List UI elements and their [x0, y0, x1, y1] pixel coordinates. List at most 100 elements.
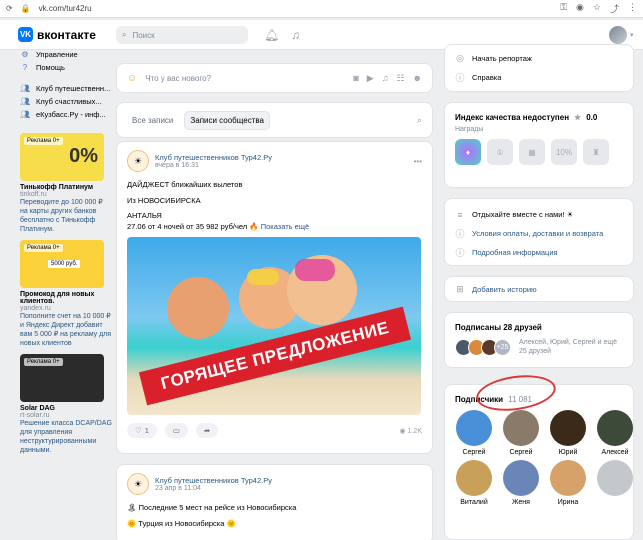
sidebar-item-group-2[interactable]: 👥︎ Клуб счастливых... — [20, 95, 112, 108]
subscriber-name: Алексей — [601, 449, 629, 456]
vk-logo[interactable]: VK вконтакте — [18, 27, 96, 42]
details-link[interactable]: ⓘ Подробная информация — [445, 243, 633, 262]
story-card: ⊞ Добавить историю — [444, 276, 634, 302]
story-plus-icon: ⊞ — [456, 284, 464, 294]
heart-icon: ♡ — [135, 426, 142, 435]
payment-terms-link[interactable]: ⓘ Условия оплаты, доставки и возврата — [445, 224, 633, 243]
users-icon: 👥︎ — [20, 97, 31, 106]
key-icon[interactable]: ⚿ — [560, 2, 567, 15]
users-icon: 👥︎ — [20, 84, 31, 93]
post-author[interactable]: Клуб путешественников Тур42.Ру — [155, 153, 272, 162]
search-icon: ⌕ — [122, 30, 127, 39]
subscriber-item[interactable]: Юрий — [549, 410, 587, 456]
subscriber-item[interactable]: Сергей — [502, 410, 540, 456]
smiley-icon: ☺ — [127, 72, 138, 84]
tab-community-posts[interactable]: Записи сообщества — [184, 110, 270, 130]
post-time[interactable]: вчера в 16:31 — [155, 162, 272, 169]
ad-tinkoff[interactable]: Реклама 0+ 0% Тинькофф Платинум tinkoff.… — [20, 133, 112, 234]
star-icon: ★ — [574, 113, 582, 122]
share-icon: ➦ — [204, 426, 211, 435]
subscribers-grid: Сергей Сергей Юрий Алексей Виталий Женя Ирина — [445, 404, 633, 512]
bell-icon[interactable]: 🔔︎ — [264, 28, 279, 42]
comment-button[interactable]: ▭ — [164, 423, 188, 438]
menu-dots-icon[interactable]: ⋮ — [628, 2, 637, 15]
tab-all-posts[interactable]: Все записи — [127, 112, 178, 129]
ad-yandex[interactable]: Реклама 0+ 5000 руб. Промокод для новых … — [20, 240, 112, 348]
sidebar-item-manage[interactable]: ⚙ Управление — [20, 48, 112, 61]
users-icon: 👥︎ — [20, 110, 31, 119]
info-icon: ⓘ — [455, 73, 465, 83]
gear-icon: ⚙ — [21, 50, 29, 59]
quality-title: Индекс качества недоступен — [455, 113, 570, 122]
subscriber-item[interactable]: Виталий — [455, 460, 493, 506]
add-story-button[interactable]: ⊞ Добавить историю — [445, 280, 633, 299]
info-icon: ⓘ — [455, 248, 465, 258]
help-link[interactable]: ⓘ Справка — [445, 68, 633, 87]
post-photo[interactable]: ГОРЯЩЕЕ ПРЕДЛОЖЕНИЕ — [127, 237, 421, 415]
views-counter: ◉ 1.2K — [399, 427, 422, 435]
post-composer[interactable]: ☺ Что у вас нового? ◙ ▶ ♫ ☷ ☻ — [116, 63, 433, 93]
community-avatar[interactable]: ☀ — [127, 150, 149, 172]
avatar — [456, 460, 492, 496]
avatar — [550, 460, 586, 496]
search-icon[interactable]: ⌕ — [417, 115, 422, 126]
subscriber-item[interactable] — [596, 460, 634, 506]
browser-bar: ⟳ 🔒 vk.com/tur42ru ⚿ ◉ ☆ ⤴ ⋮ — [0, 0, 643, 18]
refresh-icon[interactable]: ⟳ — [6, 4, 13, 13]
avatar[interactable] — [609, 26, 627, 44]
like-button[interactable]: ♡ 1 — [127, 423, 157, 438]
post-author[interactable]: Клуб путешественников Тур42.Ру — [155, 476, 272, 485]
friends-names: Алексей, Юрий, Сергей и ещё 25 друзей — [519, 339, 618, 355]
ad-image: Реклама 0+ — [20, 354, 104, 402]
award-badge-icon[interactable]: 10% — [551, 139, 577, 165]
award-badge-icon[interactable]: ① — [487, 139, 513, 165]
help-icon: ? — [22, 63, 28, 72]
share-button[interactable]: ➦ — [196, 423, 219, 438]
left-sidebar: ⚙ Управление ? Помощь 👥︎ Клуб путешестве… — [20, 48, 112, 455]
friends-avatars[interactable]: +25 — [455, 338, 511, 356]
community-avatar[interactable]: ☀ — [127, 473, 149, 495]
show-more-link[interactable]: Показать ещё — [261, 222, 309, 231]
chevron-down-icon[interactable]: ▾ — [630, 31, 634, 39]
sticker-icon[interactable]: ☻ — [413, 73, 422, 84]
broadcast-icon: ◎ — [456, 53, 464, 63]
sidebar-item-group-3[interactable]: 👥︎ еКузбасс.Ру - инф... — [20, 108, 112, 121]
camera-icon[interactable]: ◙ — [353, 73, 358, 84]
award-badge-icon[interactable]: ♦ — [455, 139, 481, 165]
start-broadcast-link[interactable]: ◎ Начать репортаж — [445, 49, 633, 68]
subscriber-name: Юрий — [558, 449, 578, 456]
subscriber-item[interactable]: Сергей — [455, 410, 493, 456]
video-icon[interactable]: ▶ — [367, 73, 374, 84]
poll-icon[interactable]: ☷ — [396, 73, 404, 84]
post-time[interactable]: 23 апр в 11:04 — [155, 485, 272, 492]
search-input[interactable]: ⌕ Поиск — [116, 26, 248, 44]
quality-score: 0.0 — [586, 113, 598, 122]
sidebar-item-group-1[interactable]: 👥︎ Клуб путешественн... — [20, 82, 112, 95]
friends-title[interactable]: Подписаны 28 друзей — [445, 313, 633, 332]
percent-icon: 0% — [69, 145, 98, 167]
camera-icon[interactable]: ◉ — [576, 2, 584, 15]
address-bar[interactable]: vk.com/tur42ru — [39, 4, 553, 13]
info-card: ≡ Отдыхайте вместе с нами! ☀ ⓘ Условия о… — [444, 198, 634, 266]
music-icon[interactable]: ♫ — [291, 28, 300, 42]
like-count: 1 — [144, 426, 149, 435]
friends-card: Подписаны 28 друзей +25 Алексей, Юрий, С… — [444, 312, 634, 368]
more-dots-icon[interactable]: ••• — [414, 157, 422, 166]
award-badge-icon[interactable]: ▦ — [519, 139, 545, 165]
lock-icon: 🔒 — [20, 4, 31, 13]
info-icon: ⓘ — [455, 229, 465, 239]
vk-logo-icon: VK — [18, 27, 33, 42]
subscriber-item[interactable]: Женя — [502, 460, 540, 506]
menu-icon: ≡ — [457, 209, 463, 220]
eye-icon: ◉ — [399, 427, 406, 435]
search-placeholder: Поиск — [132, 30, 155, 40]
sidebar-item-help[interactable]: ? Помощь — [20, 61, 112, 74]
award-badge-icon[interactable]: ♜ — [583, 139, 609, 165]
subscriber-item[interactable]: Ирина — [549, 460, 587, 506]
music-icon[interactable]: ♫ — [382, 73, 389, 84]
share-icon[interactable]: ⤴ — [610, 2, 619, 15]
subscriber-name: Виталий — [460, 499, 488, 506]
star-icon[interactable]: ☆ — [593, 2, 601, 15]
ad-solar[interactable]: Реклама 0+ Solar DAG rt-solar.ru Решение… — [20, 354, 112, 455]
subscriber-item[interactable]: Алексей — [596, 410, 634, 456]
